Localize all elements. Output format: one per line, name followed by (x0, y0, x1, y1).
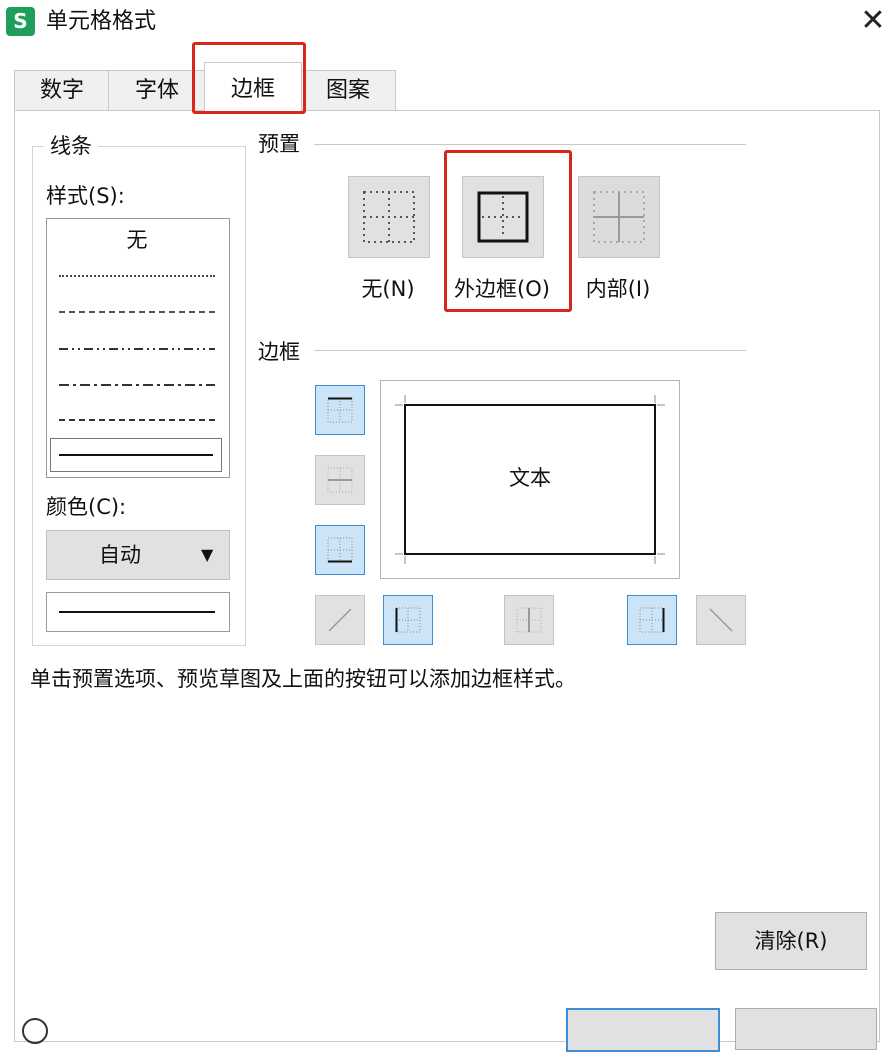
wps-spreadsheet-icon: S (6, 7, 35, 36)
border-bottom-button[interactable] (315, 525, 365, 575)
color-value: 自动 (99, 543, 141, 567)
diagonal-down-icon (709, 608, 733, 632)
border-diagonal-up-button[interactable] (315, 595, 365, 645)
dialog-title: 单元格格式 (46, 9, 157, 34)
border-right-icon (639, 607, 665, 633)
preview-line (59, 611, 215, 613)
color-line-preview (46, 592, 230, 632)
border-inner-vertical-icon (516, 607, 542, 633)
preset-inside-label: 内部(I) (585, 277, 651, 301)
color-label: 颜色(C): (46, 495, 127, 519)
border-diagonal-down-button[interactable] (696, 595, 746, 645)
line-style-dotted-fine[interactable] (59, 275, 215, 277)
style-label: 样式(S): (46, 184, 125, 208)
hint-text: 单击预置选项、预览草图及上面的按钮可以添加边框样式。 (30, 667, 576, 691)
solid-line-sample (59, 454, 213, 456)
border-inner-horizontal-button[interactable] (315, 455, 365, 505)
border-preview[interactable]: 文本 (380, 380, 680, 579)
border-divider (314, 350, 746, 351)
tab-pattern[interactable]: 图案 (300, 70, 396, 111)
color-dropdown[interactable]: 自动 ▼ (46, 530, 230, 580)
help-icon[interactable] (22, 1018, 48, 1044)
ok-button[interactable] (566, 1008, 720, 1052)
diagonal-up-icon (328, 608, 352, 632)
border-top-button[interactable] (315, 385, 365, 435)
line-style-solid-selected[interactable] (50, 438, 222, 472)
clear-button[interactable]: 清除(R) (715, 912, 867, 970)
chevron-down-icon: ▼ (201, 545, 214, 564)
border-bottom-icon (327, 537, 353, 563)
line-style-list[interactable]: 无 (46, 218, 230, 478)
preset-none-label: 无(N) (361, 277, 415, 301)
line-style-dashed[interactable] (59, 419, 215, 421)
highlight-box-tab (192, 42, 306, 114)
border-inner-vertical-button[interactable] (504, 595, 554, 645)
preset-inside-icon (593, 191, 645, 243)
border-right-button[interactable] (627, 595, 677, 645)
border-inner-horizontal-icon (327, 467, 353, 493)
border-legend: 边框 (252, 339, 306, 365)
preset-inside-button[interactable] (578, 176, 660, 258)
preset-none-button[interactable] (348, 176, 430, 258)
line-group-legend: 线条 (44, 133, 98, 159)
line-style-dotted[interactable] (59, 311, 215, 313)
preset-none-icon (363, 191, 415, 243)
cancel-button[interactable] (735, 1008, 877, 1050)
presets-divider (314, 144, 746, 145)
line-style-none[interactable]: 无 (47, 227, 227, 253)
border-top-icon (327, 397, 353, 423)
border-left-button[interactable] (383, 595, 433, 645)
border-left-icon (395, 607, 421, 633)
title-bar: S 单元格格式 ✕ (0, 0, 892, 46)
tab-number[interactable]: 数字 (14, 70, 110, 111)
close-icon[interactable]: ✕ (858, 6, 888, 36)
highlight-box-outline (444, 150, 572, 312)
presets-legend: 预置 (252, 131, 306, 157)
preview-text: 文本 (509, 466, 551, 490)
